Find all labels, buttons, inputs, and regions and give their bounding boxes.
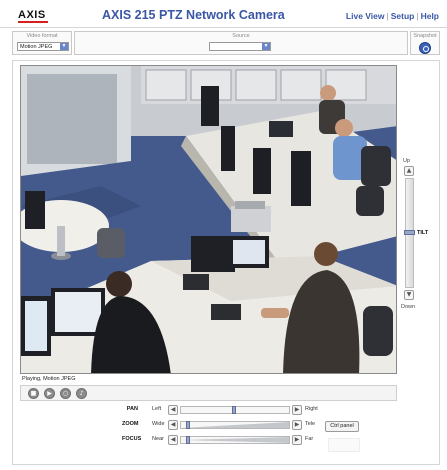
- video-format-label: Video format: [26, 33, 58, 39]
- control-bar: Video format Motion JPEG ▼ Source ▼ Snap…: [12, 31, 440, 55]
- tilt-label: TILT: [417, 230, 429, 236]
- empty-control-area: [328, 438, 360, 452]
- nav-separator: |: [386, 11, 389, 21]
- pan-slider-handle[interactable]: [232, 406, 236, 414]
- focus-min-label: Near: [152, 436, 164, 442]
- focus-near-arrow-icon[interactable]: ◀: [168, 435, 178, 445]
- focus-slider[interactable]: [180, 436, 290, 444]
- source-box: Source ▼: [74, 31, 408, 55]
- snapshot-camera-icon[interactable]: [419, 42, 431, 54]
- chevron-down-icon: ▼: [262, 43, 270, 50]
- zoom-label: ZOOM: [122, 421, 139, 427]
- stop-button[interactable]: [28, 388, 39, 399]
- zoom-slider[interactable]: [180, 421, 290, 429]
- player-status: Playing, Motion JPEG: [22, 376, 76, 382]
- zoom-control: ZOOM Wide ◀ ▶ Tele: [122, 420, 342, 430]
- snapshot-button[interactable]: [60, 388, 71, 399]
- pan-max-label: Right: [305, 406, 318, 412]
- pan-min-label: Left: [152, 406, 162, 412]
- source-label: Source: [232, 33, 250, 39]
- source-select[interactable]: ▼: [209, 42, 271, 51]
- help-link[interactable]: Help: [421, 11, 439, 21]
- tilt-up-label: Up: [403, 158, 411, 164]
- nav-separator: |: [416, 11, 419, 21]
- snapshot-box: Snapshot: [410, 31, 440, 55]
- tilt-down-arrow-icon[interactable]: ▼: [404, 290, 414, 300]
- chevron-down-icon: ▼: [60, 43, 68, 50]
- snapshot-label: Snapshot: [413, 33, 437, 39]
- tilt-slider[interactable]: [404, 178, 415, 288]
- focus-control: FOCUS Near ◀ ▶ Far: [122, 435, 342, 445]
- focus-label: FOCUS: [122, 436, 142, 442]
- tilt-slider-handle[interactable]: [404, 229, 415, 235]
- pan-left-arrow-icon[interactable]: ◀: [168, 405, 178, 415]
- focus-slider-handle[interactable]: [186, 436, 191, 444]
- audio-button[interactable]: [76, 388, 87, 399]
- zoom-max-label: Tele: [305, 421, 316, 427]
- focus-far-arrow-icon[interactable]: ▶: [292, 435, 302, 445]
- zoom-min-label: Wide: [152, 421, 165, 427]
- header: AXIS AXIS 215 PTZ Network Camera Live Vi…: [0, 0, 447, 28]
- video-format-box: Video format Motion JPEG ▼: [12, 31, 72, 55]
- zoom-in-arrow-icon[interactable]: ▶: [292, 420, 302, 430]
- focus-max-label: Far: [305, 436, 314, 442]
- zoom-wedge-graphic: [181, 422, 289, 428]
- focus-wedge-graphic: [181, 437, 289, 443]
- zoom-slider-handle[interactable]: [186, 421, 191, 429]
- ctrl-panel-button[interactable]: Ctrl panel: [325, 421, 359, 432]
- play-button[interactable]: [44, 388, 55, 399]
- video-stream[interactable]: [20, 65, 397, 374]
- live-view-link[interactable]: Live View: [346, 11, 385, 21]
- axis-logo[interactable]: AXIS: [18, 9, 48, 23]
- setup-link[interactable]: Setup: [391, 11, 415, 21]
- tilt-down-label: Down: [401, 304, 416, 310]
- page-title: AXIS 215 PTZ Network Camera: [102, 8, 285, 22]
- zoom-out-arrow-icon[interactable]: ◀: [168, 420, 178, 430]
- top-nav: Live View | Setup | Help: [346, 11, 439, 21]
- pan-control: PAN Left ◀ ▶ Right: [122, 405, 342, 415]
- pan-slider[interactable]: [180, 406, 290, 414]
- tilt-up-arrow-icon[interactable]: ▲: [404, 166, 414, 176]
- player-toolbar: [20, 385, 397, 401]
- video-format-value: Motion JPEG: [20, 44, 53, 50]
- pan-label: PAN: [126, 406, 138, 412]
- video-format-select[interactable]: Motion JPEG ▼: [17, 42, 69, 51]
- pan-right-arrow-icon[interactable]: ▶: [292, 405, 302, 415]
- logo-accent-bar: [18, 21, 48, 23]
- office-scene-image: [21, 66, 396, 373]
